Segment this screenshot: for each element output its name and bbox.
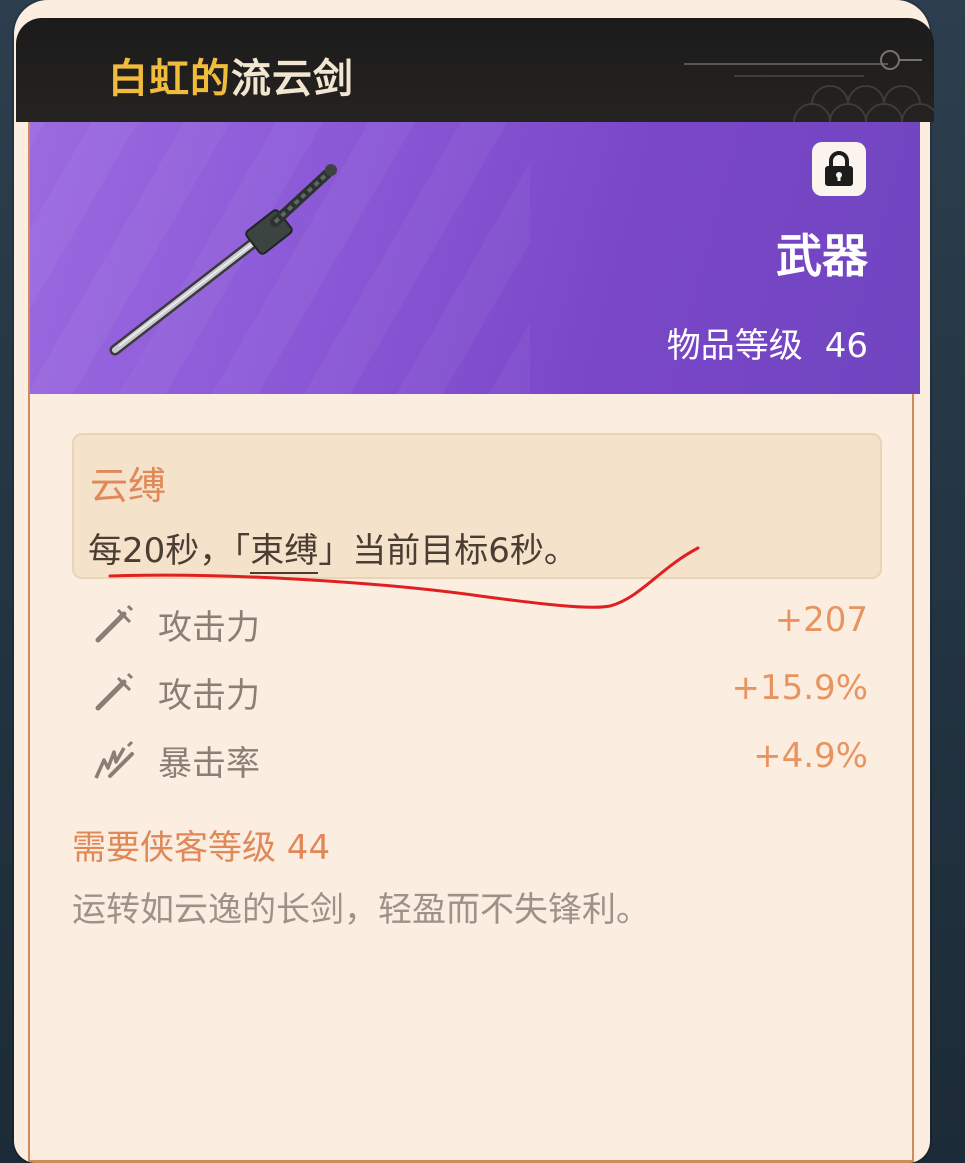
lock-icon: [825, 151, 853, 186]
stat-row-attack-percent: 攻击力 +15.9%: [88, 664, 868, 720]
sword-icon: [95, 672, 134, 711]
stat-value: +15.9%: [731, 668, 869, 708]
stat-row-crit-rate: 暴击率 +4.9%: [88, 732, 868, 788]
effect-keyword-link[interactable]: 束缚: [250, 531, 319, 574]
crit-icon: [94, 740, 134, 779]
flavor-text: 运转如云逸的长剑，轻盈而不失锋利。: [72, 890, 650, 930]
stat-value: +4.9%: [753, 736, 868, 776]
item-level: 物品等级 46: [667, 318, 868, 367]
item-name-highlight: 白虹的: [108, 56, 231, 102]
level-requirement: 需要侠客等级 44: [72, 828, 331, 868]
special-effect-box: 云缚 每20秒，「束缚」当前目标6秒。: [72, 433, 882, 579]
stat-value: +207: [774, 600, 868, 640]
sword-icon: [95, 604, 134, 643]
item-name: 白虹的流云剑: [108, 46, 354, 104]
stat-label: 攻击力: [158, 676, 260, 716]
lock-button[interactable]: [812, 142, 866, 196]
sword-item-image: [109, 164, 337, 356]
item-header: 白虹的流云剑: [16, 18, 934, 122]
item-level-value: 46: [824, 326, 868, 366]
stat-label: 暴击率: [158, 744, 260, 784]
cloud-pattern-decoration: [684, 50, 934, 122]
item-level-label: 物品等级: [666, 326, 803, 366]
effect-name: 云缚: [90, 464, 167, 508]
stat-row-attack-flat: 攻击力 +207: [88, 596, 868, 652]
stat-label: 攻击力: [158, 608, 260, 648]
effect-description: 每20秒，「束缚」当前目标6秒。: [88, 523, 578, 574]
item-banner: 武器 物品等级 46: [30, 122, 920, 394]
item-name-rest: 流云剑: [231, 56, 354, 102]
item-type: 武器: [776, 229, 868, 283]
